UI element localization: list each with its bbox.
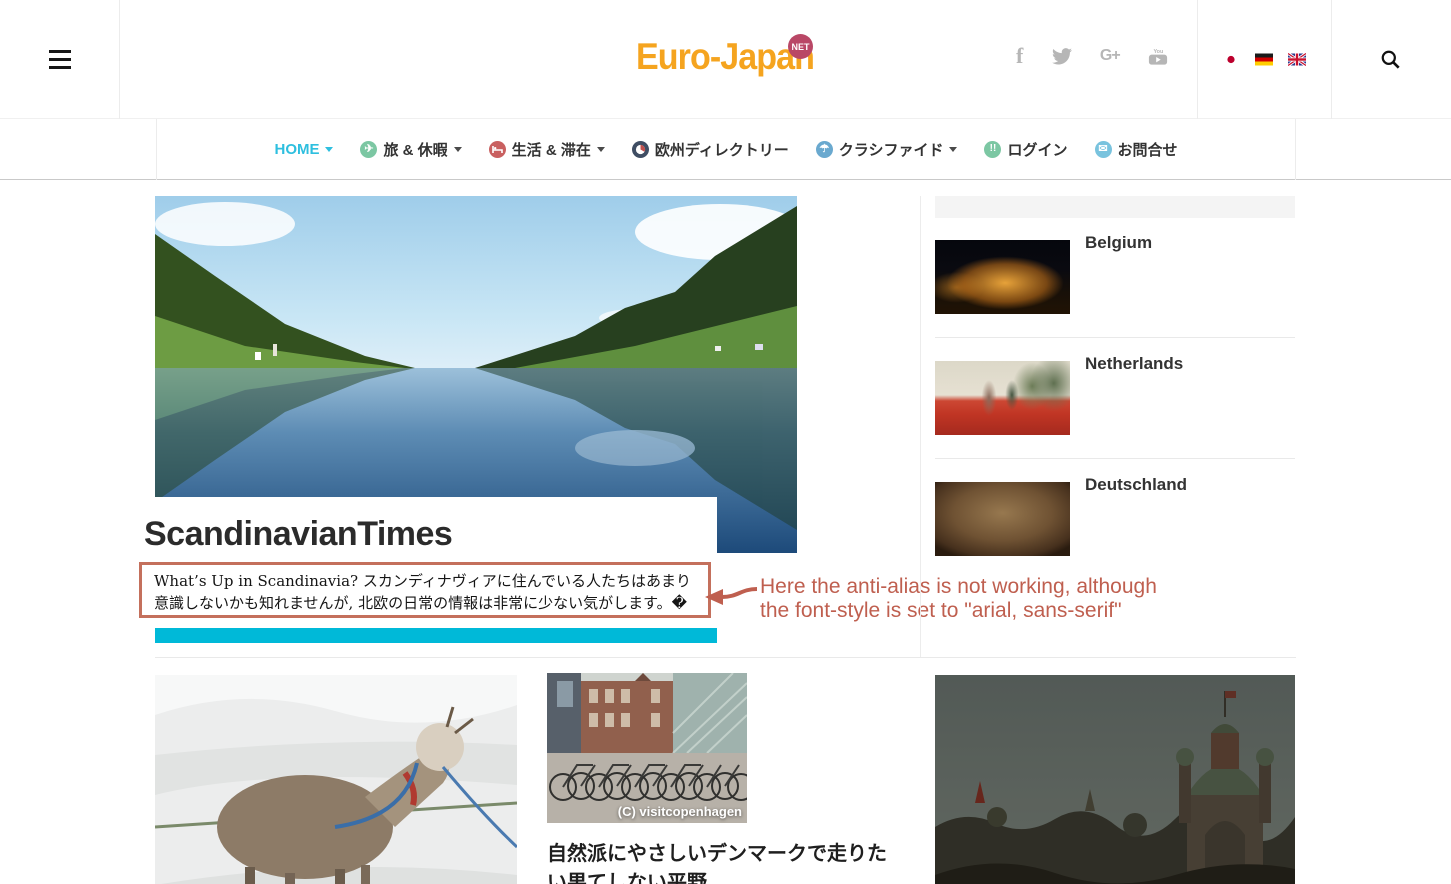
login-icon: !! [984,140,1002,158]
column-divider [920,196,921,657]
sidebar-thumb-belgium[interactable] [935,240,1070,314]
annotation-line-2: the font-style is set to "arial, sans-se… [760,599,1122,622]
image-credit-caption: (C) visitcopenhagen [617,804,742,819]
facebook-icon[interactable]: f [1016,43,1023,68]
nav-label: 旅 & 休暇 [383,141,448,159]
chevron-down-icon [453,146,462,152]
nav-label: クラシファイド [838,141,944,159]
nav-item-home[interactable]: HOME [274,140,334,158]
sidebar-header-bar [935,196,1295,218]
flag-uk-icon[interactable] [1287,52,1307,67]
nav-item-classified[interactable]: ☂ クラシファイド [815,139,958,160]
card-image-reindeer[interactable] [155,675,517,884]
sidebar-item-netherlands[interactable]: Netherlands [1085,354,1183,374]
nav-label: 生活 & 滞在 [511,141,591,159]
article-title[interactable]: ScandinavianTimes [144,515,453,554]
header-divider [1197,0,1198,119]
main-nav-inner: HOME ✈ 旅 & 休暇 生活 & 滞在 欧州ディレクトリー ☂ クラシファイ… [156,118,1296,180]
article-excerpt-box: What’s Up in Scandinavia? スカンディナヴィアに住んでい… [139,562,711,618]
flag-japan-icon[interactable] [1222,53,1240,66]
header: Euro-Japan NET f G+ You [0,0,1451,119]
sidebar-item-deutschland[interactable]: Deutschland [1085,475,1187,495]
directory-pie-icon [631,140,649,158]
slider-progress-bar [155,628,717,643]
section-divider [155,657,1296,658]
googleplus-icon[interactable]: G+ [1100,44,1121,68]
annotation-arrow-icon [705,587,758,605]
main-nav: HOME ✈ 旅 & 休暇 生活 & 滞在 欧州ディレクトリー ☂ クラシファイ… [0,118,1451,180]
bed-icon [488,140,506,158]
social-links: f G+ You [1016,43,1168,68]
header-divider [1331,0,1332,119]
airplane-icon: ✈ [360,140,378,158]
sidebar-divider [935,458,1295,459]
article-excerpt-text: What’s Up in Scandinavia? スカンディナヴィアに住んでい… [154,572,692,612]
card-image-copenhagen-bikes[interactable]: (C) visitcopenhagen [547,673,747,823]
logo-text: Euro-Japan [636,36,815,77]
sidebar-thumb-deutschland[interactable] [935,482,1070,556]
search-icon[interactable] [1380,49,1402,71]
nav-label: お問合せ [1117,141,1178,159]
umbrella-icon: ☂ [815,140,833,158]
nav-item-living-stay[interactable]: 生活 & 滞在 [488,139,605,160]
nav-label: HOME [274,140,320,158]
sidebar-thumb-netherlands[interactable] [935,361,1070,435]
twitter-icon[interactable] [1051,44,1072,68]
flag-germany-icon[interactable] [1255,53,1273,66]
site-logo[interactable]: Euro-Japan NET [636,34,830,78]
nav-item-travel-vacation[interactable]: ✈ 旅 & 休暇 [360,139,462,160]
header-divider [119,0,120,119]
card-headline[interactable]: 自然派にやさしいデンマークで走りたい果てしない平野 [547,840,905,884]
chevron-down-icon [325,146,334,152]
envelope-icon: ✉ [1094,140,1112,158]
nav-label: ログイン [1007,141,1068,159]
logo-net-badge: NET [788,34,813,59]
svg-text:You: You [1153,48,1163,54]
hamburger-menu-button[interactable] [49,50,71,69]
nav-item-contact[interactable]: ✉ お問合せ [1094,139,1178,160]
chevron-down-icon [596,146,605,152]
nav-item-login[interactable]: !! ログイン [984,139,1068,160]
sidebar-item-belgium[interactable]: Belgium [1085,233,1152,253]
nav-item-europe-directory[interactable]: 欧州ディレクトリー [631,139,789,160]
page: Euro-Japan NET f G+ You HOME ✈ 旅 & 休暇 生活… [0,0,1451,884]
chevron-down-icon [949,146,958,152]
card-image-vintage-tower[interactable] [935,675,1295,884]
annotation-note: Here the anti-alias is not working, alth… [760,575,1157,623]
sidebar-divider [935,337,1295,338]
nav-label: 欧州ディレクトリー [654,141,789,159]
language-flags [1222,52,1307,67]
youtube-icon[interactable]: You [1148,44,1168,68]
annotation-line-1: Here the anti-alias is not working, alth… [760,575,1157,598]
